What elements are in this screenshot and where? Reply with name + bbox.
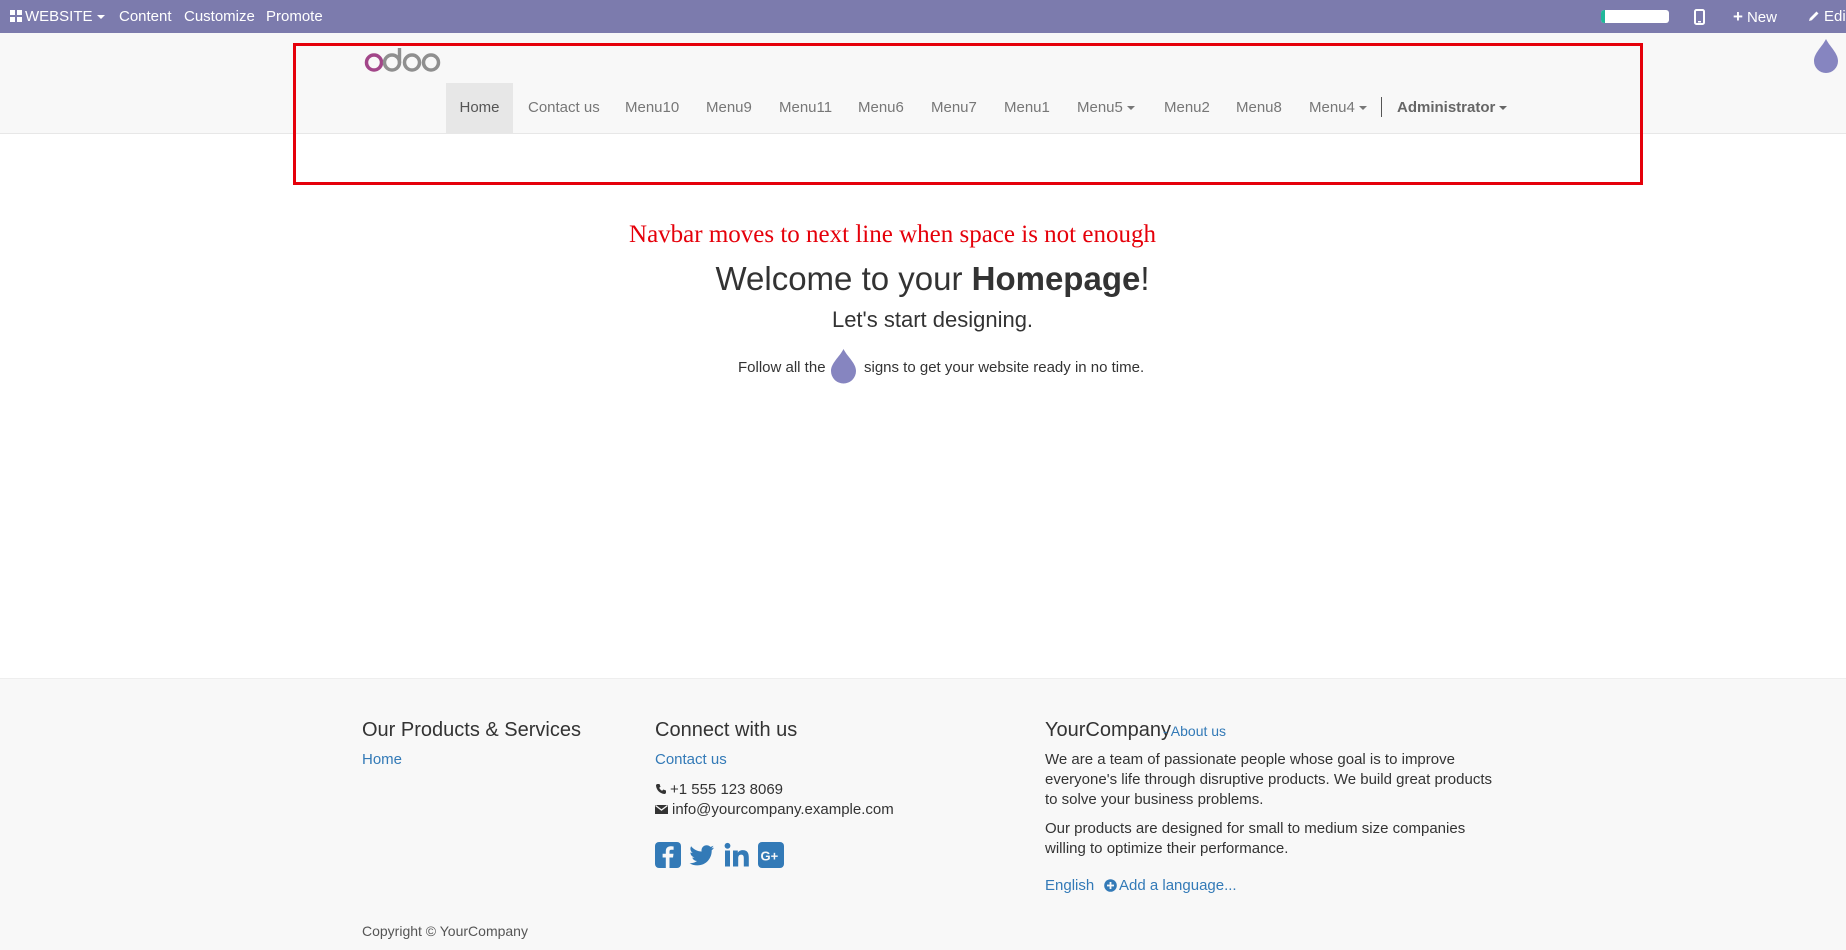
follow-text-suffix: signs to get your website ready in no ti… [864, 359, 1145, 376]
about-paragraph-1: We are a team of passionate people whose… [1045, 751, 1492, 808]
svg-text:G+: G+ [761, 849, 779, 864]
website-menu-label: WEBSITE [25, 8, 93, 25]
plus-icon: + [1733, 7, 1743, 26]
facebook-icon[interactable] [655, 842, 681, 868]
linkedin-icon[interactable] [724, 842, 750, 868]
welcome-prefix: Welcome to your [715, 260, 972, 297]
start-designing-text: Let's start designing. [831, 307, 1034, 332]
products-title: Our Products & Services [362, 719, 581, 741]
email-address: info@yourcompany.example.com [672, 801, 894, 818]
website-progress-bar [1601, 10, 1669, 23]
add-language-link[interactable]: Add a language... [1104, 877, 1237, 894]
welcome-heading: Welcome to your Homepage! [0, 260, 1846, 298]
phone-line: +1 555 123 8069 [655, 781, 783, 798]
droplet-icon [831, 349, 856, 384]
welcome-suffix: ! [1140, 260, 1150, 297]
progress-fill [1601, 10, 1606, 23]
envelope-icon [655, 804, 668, 814]
edit-button[interactable]: Edi [1808, 0, 1846, 33]
annotation-highlight-box [293, 43, 1643, 185]
language-english-link[interactable]: English [1045, 877, 1094, 894]
twitter-icon[interactable] [689, 842, 715, 868]
connect-title: Connect with us [655, 719, 798, 741]
google-plus-icon[interactable]: G+ [758, 842, 784, 868]
mobile-icon [1694, 9, 1705, 26]
apps-grid-icon [10, 10, 22, 22]
content-menu[interactable]: Content [119, 0, 172, 33]
edit-label: Edi [1824, 8, 1846, 25]
promote-menu[interactable]: Promote [266, 0, 323, 33]
new-button[interactable]: + New [1733, 0, 1777, 33]
customize-menu[interactable]: Customize [184, 0, 255, 33]
mobile-preview-button[interactable] [1694, 0, 1705, 33]
droplet-hint-icon[interactable] [1811, 37, 1841, 75]
website-menu[interactable]: WEBSITE [10, 0, 105, 33]
copyright-text: Copyright © YourCompany [362, 923, 528, 939]
admin-topbar: WEBSITE Content Customize Promote + New E… [0, 0, 1846, 33]
add-language-label: Add a language... [1119, 877, 1237, 894]
company-name: YourCompany [1045, 719, 1172, 741]
follow-text-prefix: Follow all the [738, 359, 826, 376]
about-us-link[interactable]: - About us [1163, 723, 1226, 739]
phone-number: +1 555 123 8069 [670, 781, 784, 798]
footer-home-link[interactable]: Home [362, 751, 402, 768]
about-paragraph-2: Our products are designed for small to m… [1045, 820, 1466, 857]
welcome-bold: Homepage [971, 260, 1141, 297]
plus-circle-icon [1104, 879, 1117, 892]
chevron-down-icon [96, 15, 105, 20]
annotation-text: Navbar moves to next line when space is … [629, 221, 1156, 248]
email-line: info@yourcompany.example.com [655, 801, 894, 818]
footer-contact-link[interactable]: Contact us [655, 751, 727, 768]
new-label: New [1746, 9, 1777, 26]
site-footer: Our Products & Services Home Connect wit… [0, 678, 1846, 950]
pencil-icon [1809, 11, 1819, 21]
phone-icon [656, 784, 666, 794]
